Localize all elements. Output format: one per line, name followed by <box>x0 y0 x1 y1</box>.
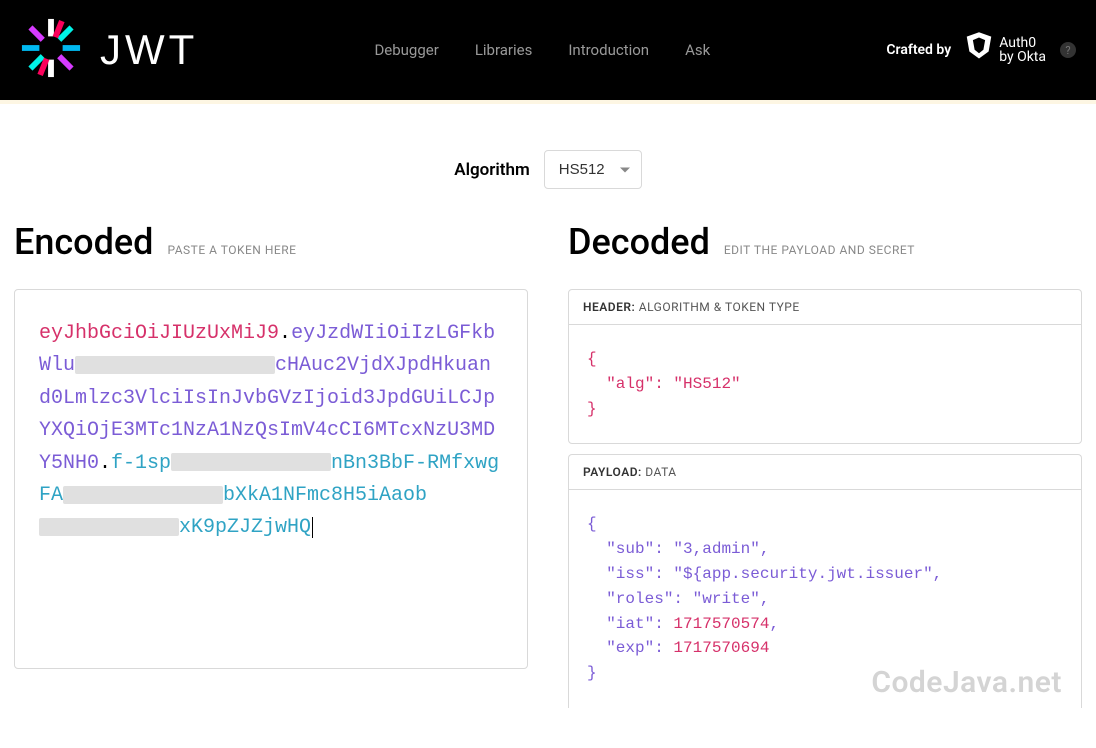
token-dot: . <box>279 322 291 345</box>
redacted-block <box>39 518 179 536</box>
decoded-payload-sub: DATA <box>645 465 676 479</box>
encoded-panel: Encoded PASTE A TOKEN HERE eyJhbGciOiJIU… <box>14 221 528 718</box>
decoded-header-label: HEADER: ALGORITHM & TOKEN TYPE <box>569 290 1081 325</box>
token-signature-segment: xK9pZJZjwHQ <box>179 516 311 539</box>
decoded-header-label-strong: HEADER: <box>583 300 635 314</box>
auth0-shield-icon <box>965 32 993 68</box>
redacted-block <box>171 453 331 471</box>
decoded-payload-label-strong: PAYLOAD: <box>583 465 642 479</box>
token-signature-segment: bXkA1NFmc8H5iAaob <box>223 484 427 507</box>
nav-debugger[interactable]: Debugger <box>374 41 438 59</box>
crafted-by-label: Crafted by <box>886 42 951 58</box>
token-header-segment: eyJhbGciOiJIUzUxMiJ9 <box>39 322 279 345</box>
decoded-payload-json[interactable]: { "sub": "3,admin", "iss": "${app.securi… <box>569 490 1081 708</box>
auth0-line2: by Okta <box>999 50 1046 64</box>
encoded-title: Encoded <box>14 221 153 263</box>
auth0-text: Auth0 by Okta <box>999 36 1046 64</box>
encoded-hint: PASTE A TOKEN HERE <box>167 243 296 257</box>
decoded-payload-label: PAYLOAD: DATA <box>569 455 1081 490</box>
logo-text: JWT <box>100 26 198 74</box>
decoded-header-sub: ALGORITHM & TOKEN TYPE <box>639 300 800 314</box>
encoded-token-input[interactable]: eyJhbGciOiJIUzUxMiJ9.eyJzdWIiOiIzLGFkbWl… <box>14 289 528 669</box>
nav-libraries[interactable]: Libraries <box>475 41 533 59</box>
text-cursor <box>312 517 313 538</box>
algorithm-select-wrap: HS512 <box>544 150 642 189</box>
auth0-line1: Auth0 <box>999 36 1046 50</box>
header-right: Crafted by Auth0 by Okta ? <box>886 32 1076 68</box>
decoded-head: Decoded EDIT THE PAYLOAD AND SECRET <box>568 221 1082 263</box>
decoded-payload-section: PAYLOAD: DATA { "sub": "3,admin", "iss":… <box>568 454 1082 708</box>
logo-mark-icon <box>20 17 82 83</box>
main-nav: Debugger Libraries Introduction Ask <box>198 41 886 59</box>
decoded-header-section: HEADER: ALGORITHM & TOKEN TYPE { "alg": … <box>568 289 1082 444</box>
nav-ask[interactable]: Ask <box>685 41 710 59</box>
decoded-hint: EDIT THE PAYLOAD AND SECRET <box>724 243 915 257</box>
algorithm-select[interactable]: HS512 <box>544 150 642 189</box>
logo-group: JWT <box>20 17 198 83</box>
help-icon[interactable]: ? <box>1060 42 1076 58</box>
decoded-header-json[interactable]: { "alg": "HS512" } <box>569 325 1081 443</box>
decoded-title: Decoded <box>568 221 710 263</box>
token-signature-segment: f-1sp <box>111 452 171 475</box>
decoded-panel: Decoded EDIT THE PAYLOAD AND SECRET HEAD… <box>568 221 1082 718</box>
nav-introduction[interactable]: Introduction <box>568 41 649 59</box>
top-header: JWT Debugger Libraries Introduction Ask … <box>0 0 1096 100</box>
redacted-block <box>63 486 223 504</box>
encoded-head: Encoded PASTE A TOKEN HERE <box>14 221 528 263</box>
algorithm-label: Algorithm <box>454 160 530 180</box>
auth0-logo[interactable]: Auth0 by Okta <box>965 32 1046 68</box>
algorithm-row: Algorithm HS512 <box>0 104 1096 221</box>
panels: Encoded PASTE A TOKEN HERE eyJhbGciOiJIU… <box>0 221 1096 748</box>
token-dot: . <box>99 452 111 475</box>
redacted-block <box>75 356 275 374</box>
